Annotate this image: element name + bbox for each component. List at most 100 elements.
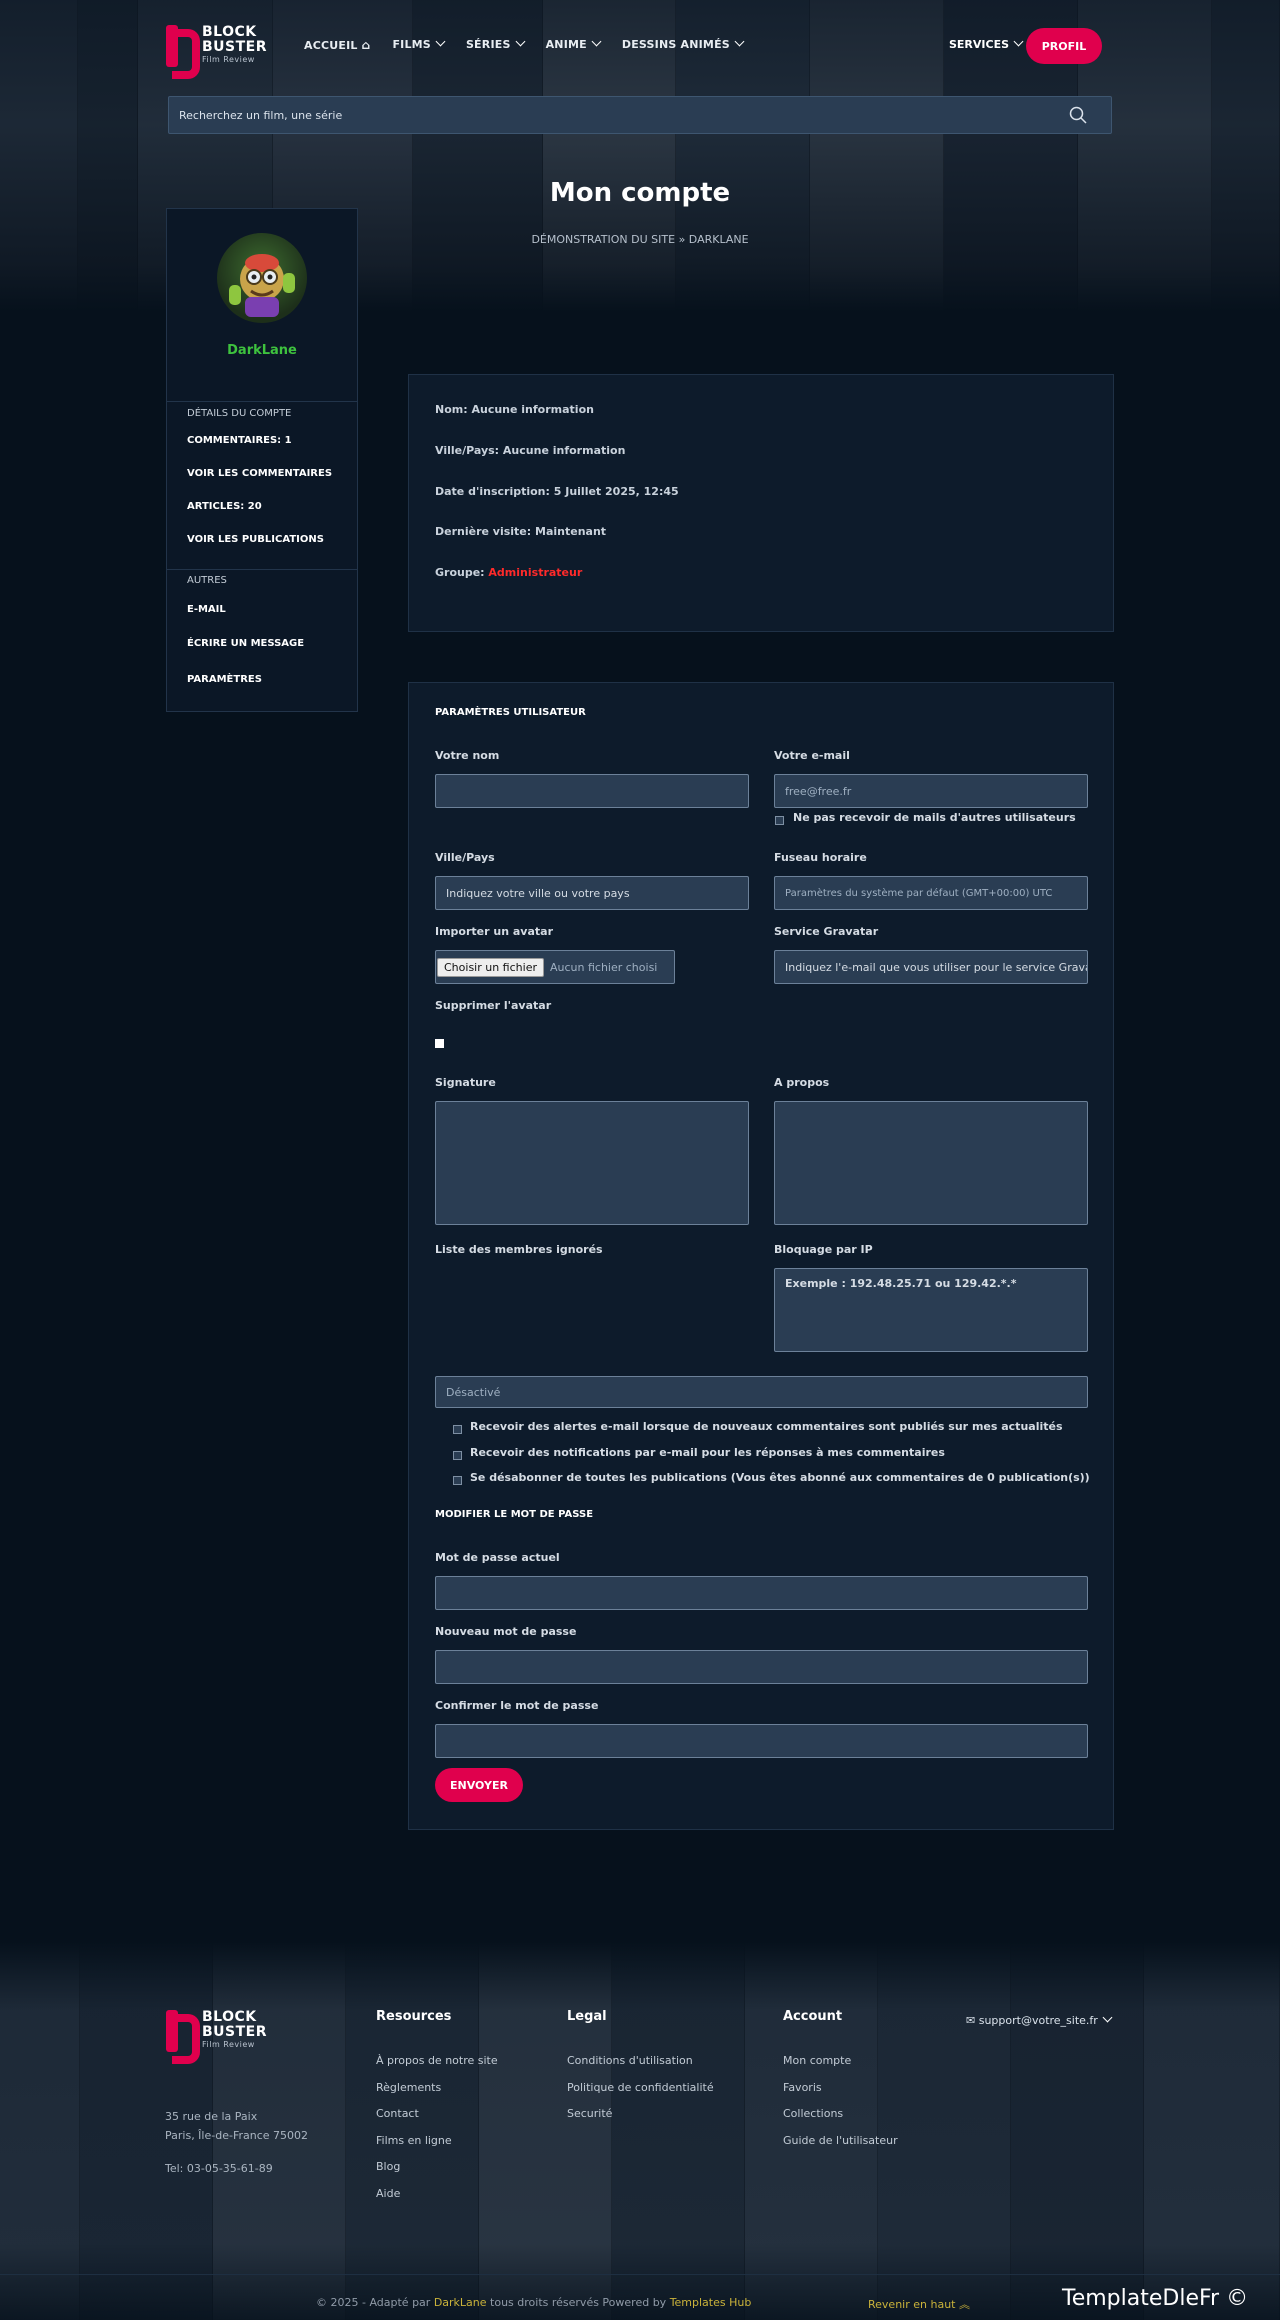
info-value: 5 Juillet 2025, 12:45 <box>553 485 679 498</box>
info-group: Groupe: Administrateur <box>435 566 582 579</box>
logo-mark-icon <box>166 2010 200 2064</box>
city-input[interactable]: Indiquez votre ville ou votre pays <box>435 876 749 910</box>
current-password-label: Mot de passe actuel <box>435 1551 560 1564</box>
gravatar-input[interactable]: Indiquez l'e-mail que vous utiliser pour… <box>774 950 1088 984</box>
nav-item-accueil[interactable]: ACCUEIL ⌂ <box>304 38 370 52</box>
back-to-top-label: Revenir en haut <box>868 2298 956 2311</box>
info-label: Ville/Pays: <box>435 444 500 457</box>
current-password-input[interactable] <box>435 1576 1088 1610</box>
signature-label: Signature <box>435 1076 496 1089</box>
nav-item-series[interactable]: SÉRIES <box>466 36 526 52</box>
confirm-password-label: Confirmer le mot de passe <box>435 1699 599 1712</box>
group-badge[interactable]: Administrateur <box>488 566 582 579</box>
delete-avatar-checkbox[interactable] <box>435 1039 444 1048</box>
footer-link[interactable]: Blog <box>376 2160 400 2173</box>
ignored-members-label: Liste des membres ignorés <box>435 1243 603 1256</box>
ip-block-textarea[interactable]: Exemple : 192.48.25.71 ou 129.42.*.* <box>774 1268 1088 1352</box>
ip-block-label: Bloquage par IP <box>774 1243 873 1256</box>
avatar-file-input[interactable]: Choisir un fichier Aucun fichier choisi <box>435 950 675 984</box>
templates-hub-link[interactable]: Templates Hub <box>670 2296 752 2309</box>
settings-link[interactable]: PARAMÈTRES <box>187 674 262 685</box>
footer-col-legal-title: Legal <box>567 2009 607 2024</box>
footer-link[interactable]: À propos de notre site <box>376 2054 498 2067</box>
email-link[interactable]: E-MAIL <box>187 604 226 615</box>
logo-mark-icon <box>166 25 200 79</box>
info-value: Maintenant <box>535 525 607 538</box>
footer-link[interactable]: Mon compte <box>783 2054 851 2067</box>
write-message-link[interactable]: ÉCRIRE UN MESSAGE <box>187 638 304 649</box>
copyright: © 2025 - Adapté par DarkLane tous droits… <box>316 2296 751 2309</box>
info-registration: Date d'inscription: 5 Juillet 2025, 12:4… <box>435 485 679 498</box>
nav-item-dessins-animes[interactable]: DESSINS ANIMÉS <box>622 36 745 52</box>
info-city: Ville/Pays: Aucune information <box>435 444 625 457</box>
site-logo[interactable]: BLOCK BUSTER Film Review <box>166 25 267 79</box>
avatar <box>217 233 307 323</box>
footer-link[interactable]: Securité <box>567 2107 612 2120</box>
footer-link[interactable]: Films en ligne <box>376 2134 452 2147</box>
section-heading-account: DÉTAILS DU COMPTE <box>187 408 292 419</box>
avatar-image-icon <box>229 254 295 317</box>
unsubscribe-checkbox[interactable] <box>453 1476 462 1485</box>
avatar-upload-label: Importer un avatar <box>435 925 553 938</box>
main-nav: ACCUEIL ⌂ FILMS SÉRIES ANIME DESSINS ANI… <box>304 36 745 52</box>
profile-sidebar: DarkLane DÉTAILS DU COMPTE COMMENTAIRES:… <box>166 208 358 712</box>
search-input[interactable]: Recherchez un film, une série <box>168 96 1112 134</box>
see-comments-link[interactable]: VOIR LES COMMENTAIRES <box>187 468 332 479</box>
email-input[interactable]: free@free.fr <box>774 774 1088 808</box>
new-password-input[interactable] <box>435 1650 1088 1684</box>
watermark: TemplateDleFr © <box>1062 2286 1249 2311</box>
footer-link[interactable]: Règlements <box>376 2081 441 2094</box>
nav-item-films[interactable]: FILMS <box>392 36 446 52</box>
about-textarea[interactable] <box>774 1101 1088 1225</box>
info-label: Nom: <box>435 403 468 416</box>
mail-icon: ✉ <box>966 2014 976 2027</box>
info-value: Aucune information <box>471 403 594 416</box>
timezone-select[interactable]: Paramètres du système par défaut (GMT+00… <box>774 876 1088 910</box>
submit-button[interactable]: ENVOYER <box>435 1768 523 1802</box>
footer-col-resources-title: Resources <box>376 2009 452 2024</box>
gravatar-label: Service Gravatar <box>774 925 879 938</box>
username: DarkLane <box>227 343 297 358</box>
footer-divider <box>0 2274 1280 2275</box>
search-placeholder: Recherchez un film, une série <box>179 108 343 122</box>
chevron-down-icon <box>1013 36 1024 47</box>
footer-link[interactable]: Aide <box>376 2187 400 2200</box>
support-email-dropdown[interactable]: ✉ support@votre_site.fr <box>966 2012 1113 2027</box>
email-label: Votre e-mail <box>774 749 850 762</box>
logo-line1: BLOCK <box>202 2009 257 2025</box>
profil-button[interactable]: PROFIL <box>1026 28 1102 64</box>
footer-logo[interactable]: BLOCK BUSTER Film Review <box>166 2009 268 2064</box>
back-to-top-link[interactable]: Revenir en haut ︽ <box>868 2296 970 2312</box>
copyright-author-link[interactable]: DarkLane <box>434 2296 487 2309</box>
choose-file-button[interactable]: Choisir un fichier <box>437 957 544 977</box>
nav-item-anime[interactable]: ANIME <box>546 36 602 52</box>
reply-notify-checkbox[interactable] <box>453 1451 462 1460</box>
chevron-down-icon <box>591 36 602 47</box>
services-menu[interactable]: SERVICES <box>949 36 1024 51</box>
info-value: Aucune information <box>502 444 626 457</box>
section-heading-others: AUTRES <box>187 575 227 586</box>
alert-comments-checkbox[interactable] <box>453 1425 462 1434</box>
logo-tagline: Film Review <box>202 2040 255 2049</box>
footer-link[interactable]: Contact <box>376 2107 419 2120</box>
footer-link[interactable]: Politique de confidentialité <box>567 2081 714 2094</box>
divider <box>167 569 357 570</box>
footer-link[interactable]: Guide de l'utilisateur <box>783 2134 898 2147</box>
footer-link[interactable]: Conditions d'utilisation <box>567 2054 693 2067</box>
footer-link[interactable]: Collections <box>783 2107 843 2120</box>
copyright-middle: tous droits réservés Powered by <box>486 2296 670 2309</box>
reply-notify-label: Recevoir des notifications par e-mail po… <box>470 1446 945 1459</box>
info-label: Date d'inscription: <box>435 485 550 498</box>
notification-select[interactable]: Désactivé <box>435 1376 1088 1408</box>
logo-line2: BUSTER <box>202 2024 268 2040</box>
confirm-password-input[interactable] <box>435 1724 1088 1758</box>
info-label: Dernière visite: <box>435 525 532 538</box>
logo-tagline: Film Review <box>202 55 255 64</box>
no-mail-checkbox[interactable] <box>775 816 784 825</box>
footer-link[interactable]: Favoris <box>783 2081 822 2094</box>
name-input[interactable] <box>435 774 749 808</box>
search-icon[interactable] <box>1069 106 1087 124</box>
see-publications-link[interactable]: VOIR LES PUBLICATIONS <box>187 534 324 545</box>
services-label: SERVICES <box>949 38 1010 51</box>
signature-textarea[interactable] <box>435 1101 749 1225</box>
